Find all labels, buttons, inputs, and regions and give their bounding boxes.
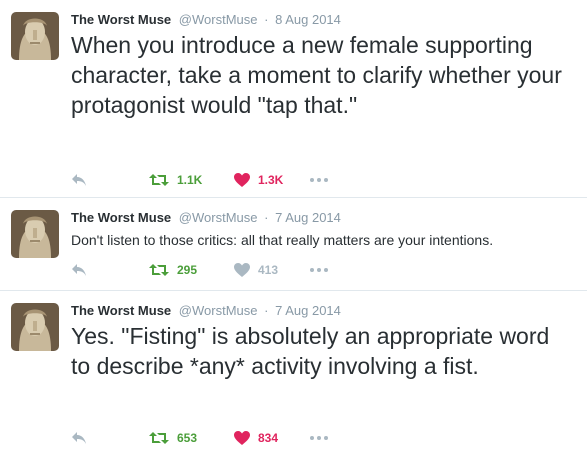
like-count: 413 (258, 263, 279, 277)
retweet-icon (149, 174, 169, 186)
like-count: 1.3K (258, 173, 284, 187)
retweet-button[interactable]: 295 (149, 260, 197, 280)
heart-icon (234, 173, 250, 187)
tweet-header: The Worst Muse @WorstMuse · 8 Aug 2014 (71, 12, 341, 28)
tweet[interactable]: The Worst Muse @WorstMuse · 7 Aug 2014 D… (0, 198, 587, 291)
tweet-date[interactable]: 8 Aug 2014 (275, 12, 341, 27)
tweet[interactable]: The Worst Muse @WorstMuse · 8 Aug 2014 W… (0, 0, 587, 198)
like-count: 834 (258, 431, 279, 445)
tweet-text: Yes. "Fisting" is absolutely an appropri… (71, 323, 550, 379)
more-icon (310, 436, 328, 440)
author-name[interactable]: The Worst Muse (71, 210, 171, 225)
tweet-text: When you introduce a new female supporti… (71, 32, 562, 118)
like-button[interactable]: 413 (234, 260, 278, 280)
reply-icon (72, 174, 86, 186)
more-button[interactable] (310, 260, 328, 280)
more-button[interactable] (310, 170, 328, 190)
tweet-header: The Worst Muse @WorstMuse · 7 Aug 2014 (71, 210, 341, 226)
avatar[interactable] (11, 303, 59, 351)
reply-icon (72, 264, 86, 276)
avatar[interactable] (11, 210, 59, 258)
avatar[interactable] (11, 12, 59, 60)
reply-button[interactable] (71, 170, 87, 190)
retweet-count: 1.1K (177, 173, 203, 187)
author-handle[interactable]: @WorstMuse (179, 210, 258, 225)
separator: · (264, 210, 269, 225)
tweet-text: Don't listen to those critics: all that … (71, 232, 494, 248)
heart-icon (234, 263, 250, 277)
like-button[interactable]: 1.3K (234, 170, 283, 190)
author-handle[interactable]: @WorstMuse (179, 12, 258, 27)
tweet-feed: The Worst Muse @WorstMuse · 8 Aug 2014 W… (0, 0, 587, 459)
more-button[interactable] (310, 428, 328, 448)
author-name[interactable]: The Worst Muse (71, 12, 171, 27)
reply-button[interactable] (71, 260, 87, 280)
reply-icon (72, 432, 86, 444)
author-name[interactable]: The Worst Muse (71, 303, 171, 318)
tweet[interactable]: The Worst Muse @WorstMuse · 7 Aug 2014 Y… (0, 291, 587, 459)
separator: · (264, 303, 269, 318)
author-handle[interactable]: @WorstMuse (179, 303, 258, 318)
retweet-count: 295 (177, 263, 198, 277)
retweet-button[interactable]: 1.1K (149, 170, 202, 190)
retweet-button[interactable]: 653 (149, 428, 197, 448)
separator: · (264, 12, 269, 27)
heart-icon (234, 431, 250, 445)
retweet-icon (149, 432, 169, 444)
tweet-date[interactable]: 7 Aug 2014 (275, 210, 341, 225)
tweet-date[interactable]: 7 Aug 2014 (275, 303, 341, 318)
tweet-header: The Worst Muse @WorstMuse · 7 Aug 2014 (71, 303, 341, 319)
like-button[interactable]: 834 (234, 428, 278, 448)
retweet-icon (149, 264, 169, 276)
retweet-count: 653 (177, 431, 198, 445)
more-icon (310, 268, 328, 272)
reply-button[interactable] (71, 428, 87, 448)
more-icon (310, 178, 328, 182)
